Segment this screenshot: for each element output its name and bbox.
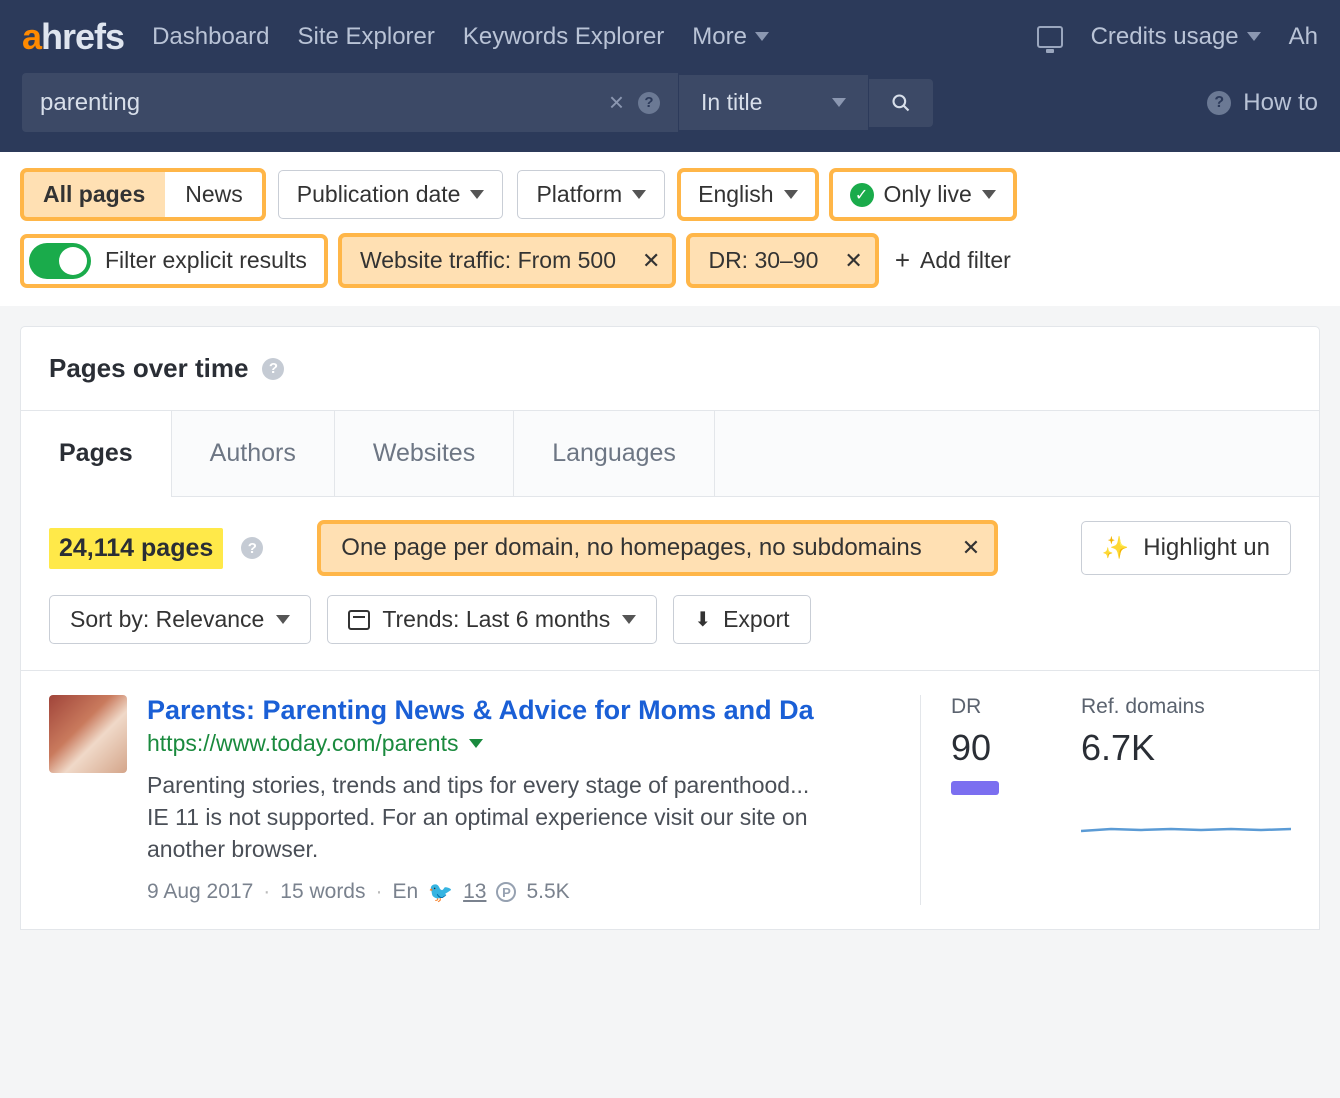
filter-publication-date[interactable]: Publication date xyxy=(278,170,504,219)
help-icon[interactable]: ? xyxy=(241,537,263,559)
trends-button[interactable]: Trends: Last 6 months xyxy=(327,595,657,644)
twitter-count[interactable]: 13 xyxy=(463,880,486,904)
close-icon[interactable]: ✕ xyxy=(962,535,980,561)
stat-ref-domains: Ref. domains 6.7K xyxy=(1081,695,1291,905)
tab-pages[interactable]: Pages xyxy=(21,411,172,497)
pages-over-time-title: Pages over time xyxy=(49,353,248,384)
result-description: Parenting stories, trends and tips for e… xyxy=(147,769,827,866)
ref-domains-label: Ref. domains xyxy=(1081,695,1291,719)
ref-domains-sparkline xyxy=(1081,781,1291,881)
help-icon[interactable]: ? xyxy=(262,358,284,380)
chevron-down-icon xyxy=(1247,32,1261,41)
result-meta: 9 Aug 2017 · 15 words · En 🐦 13 P 5.5K xyxy=(147,880,900,905)
stat-dr: DR 90 xyxy=(951,695,1041,905)
nav-keywords-explorer[interactable]: Keywords Explorer xyxy=(463,23,664,51)
help-icon[interactable]: ? xyxy=(638,92,660,114)
chevron-down-icon xyxy=(276,615,290,624)
nav-dashboard[interactable]: Dashboard xyxy=(152,23,269,51)
ref-domains-value: 6.7K xyxy=(1081,727,1291,769)
chevron-down-icon xyxy=(632,190,646,199)
tab-news[interactable]: News xyxy=(165,171,263,218)
dr-bar xyxy=(951,781,999,795)
filter-explicit-toggle[interactable]: Filter explicit results xyxy=(22,236,326,286)
tab-languages[interactable]: Languages xyxy=(514,411,715,497)
chevron-down-icon xyxy=(470,190,484,199)
close-icon[interactable]: ✕ xyxy=(642,248,660,274)
plus-icon: + xyxy=(895,245,910,276)
how-to-link[interactable]: ? How to xyxy=(1207,89,1318,117)
filter-only-live[interactable]: ✓Only live xyxy=(831,170,1015,219)
filter-website-traffic[interactable]: Website traffic: From 500✕ xyxy=(340,235,675,286)
pinterest-icon: P xyxy=(496,882,516,902)
credits-usage[interactable]: Credits usage xyxy=(1091,23,1261,51)
pinterest-count: 5.5K xyxy=(526,880,569,904)
chevron-down-icon xyxy=(982,190,996,199)
nav-site-explorer[interactable]: Site Explorer xyxy=(297,23,434,51)
dr-label: DR xyxy=(951,695,1041,719)
export-button[interactable]: ⬇Export xyxy=(673,595,810,644)
twitter-icon: 🐦 xyxy=(428,880,453,905)
results-header: 24,114 pages ? One page per domain, no h… xyxy=(21,497,1319,575)
tab-websites[interactable]: Websites xyxy=(335,411,514,497)
chevron-down-icon xyxy=(755,32,769,41)
filter-language[interactable]: English xyxy=(679,170,816,219)
tab-authors[interactable]: Authors xyxy=(172,411,335,497)
search-button[interactable] xyxy=(868,79,933,127)
chevron-down-icon xyxy=(784,190,798,199)
result-word-count: 15 words xyxy=(280,880,365,904)
result-language: En xyxy=(393,880,419,904)
pages-type-toggle: All pages News xyxy=(22,170,264,219)
help-icon: ? xyxy=(1207,91,1231,115)
filters-panel: All pages News Publication date Platform… xyxy=(0,152,1340,306)
filter-domain-grouping[interactable]: One page per domain, no homepages, no su… xyxy=(319,522,996,574)
clear-icon[interactable]: × xyxy=(609,87,624,118)
result-row: Parents: Parenting News & Advice for Mom… xyxy=(21,671,1319,929)
account-menu[interactable]: Ah xyxy=(1289,23,1318,51)
result-thumbnail[interactable] xyxy=(49,695,127,773)
highlight-button[interactable]: ✨Highlight un xyxy=(1081,521,1291,575)
check-icon: ✓ xyxy=(850,183,874,207)
chevron-down-icon xyxy=(622,615,636,624)
sort-button[interactable]: Sort by: Relevance xyxy=(49,595,311,644)
search-input[interactable]: parenting × ? xyxy=(22,73,678,132)
results-controls: Sort by: Relevance Trends: Last 6 months… xyxy=(21,575,1319,671)
close-icon[interactable]: ✕ xyxy=(844,248,862,274)
add-filter-button[interactable]: +Add filter xyxy=(891,235,1015,286)
toggle-switch[interactable] xyxy=(29,243,91,279)
result-title[interactable]: Parents: Parenting News & Advice for Mom… xyxy=(147,695,900,726)
nav-more[interactable]: More xyxy=(692,23,769,51)
pages-over-time-card: Pages over time ? xyxy=(20,326,1320,411)
dr-value: 90 xyxy=(951,727,1041,769)
filter-dr[interactable]: DR: 30–90✕ xyxy=(688,235,876,286)
results-card: Pages Authors Websites Languages 24,114 … xyxy=(20,411,1320,930)
search-mode-select[interactable]: In title xyxy=(678,75,868,130)
download-icon: ⬇ xyxy=(694,607,711,632)
calendar-icon xyxy=(348,610,370,630)
tab-all-pages[interactable]: All pages xyxy=(23,171,165,218)
result-tabs: Pages Authors Websites Languages xyxy=(21,411,1319,497)
logo[interactable]: ahrefs xyxy=(22,16,124,58)
result-url[interactable]: https://www.today.com/parents xyxy=(147,730,900,757)
chevron-down-icon[interactable] xyxy=(469,739,483,748)
results-count: 24,114 pages xyxy=(49,528,223,569)
chevron-down-icon xyxy=(832,98,846,107)
sparkle-icon: ✨ xyxy=(1102,535,1129,561)
result-stats: DR 90 Ref. domains 6.7K xyxy=(920,695,1291,905)
top-nav: ahrefs Dashboard Site Explorer Keywords … xyxy=(0,0,1340,73)
result-date: 9 Aug 2017 xyxy=(147,880,253,904)
monitor-icon[interactable] xyxy=(1037,26,1063,48)
search-bar: parenting × ? In title ? How to xyxy=(0,73,1340,152)
filter-platform[interactable]: Platform xyxy=(517,170,665,219)
